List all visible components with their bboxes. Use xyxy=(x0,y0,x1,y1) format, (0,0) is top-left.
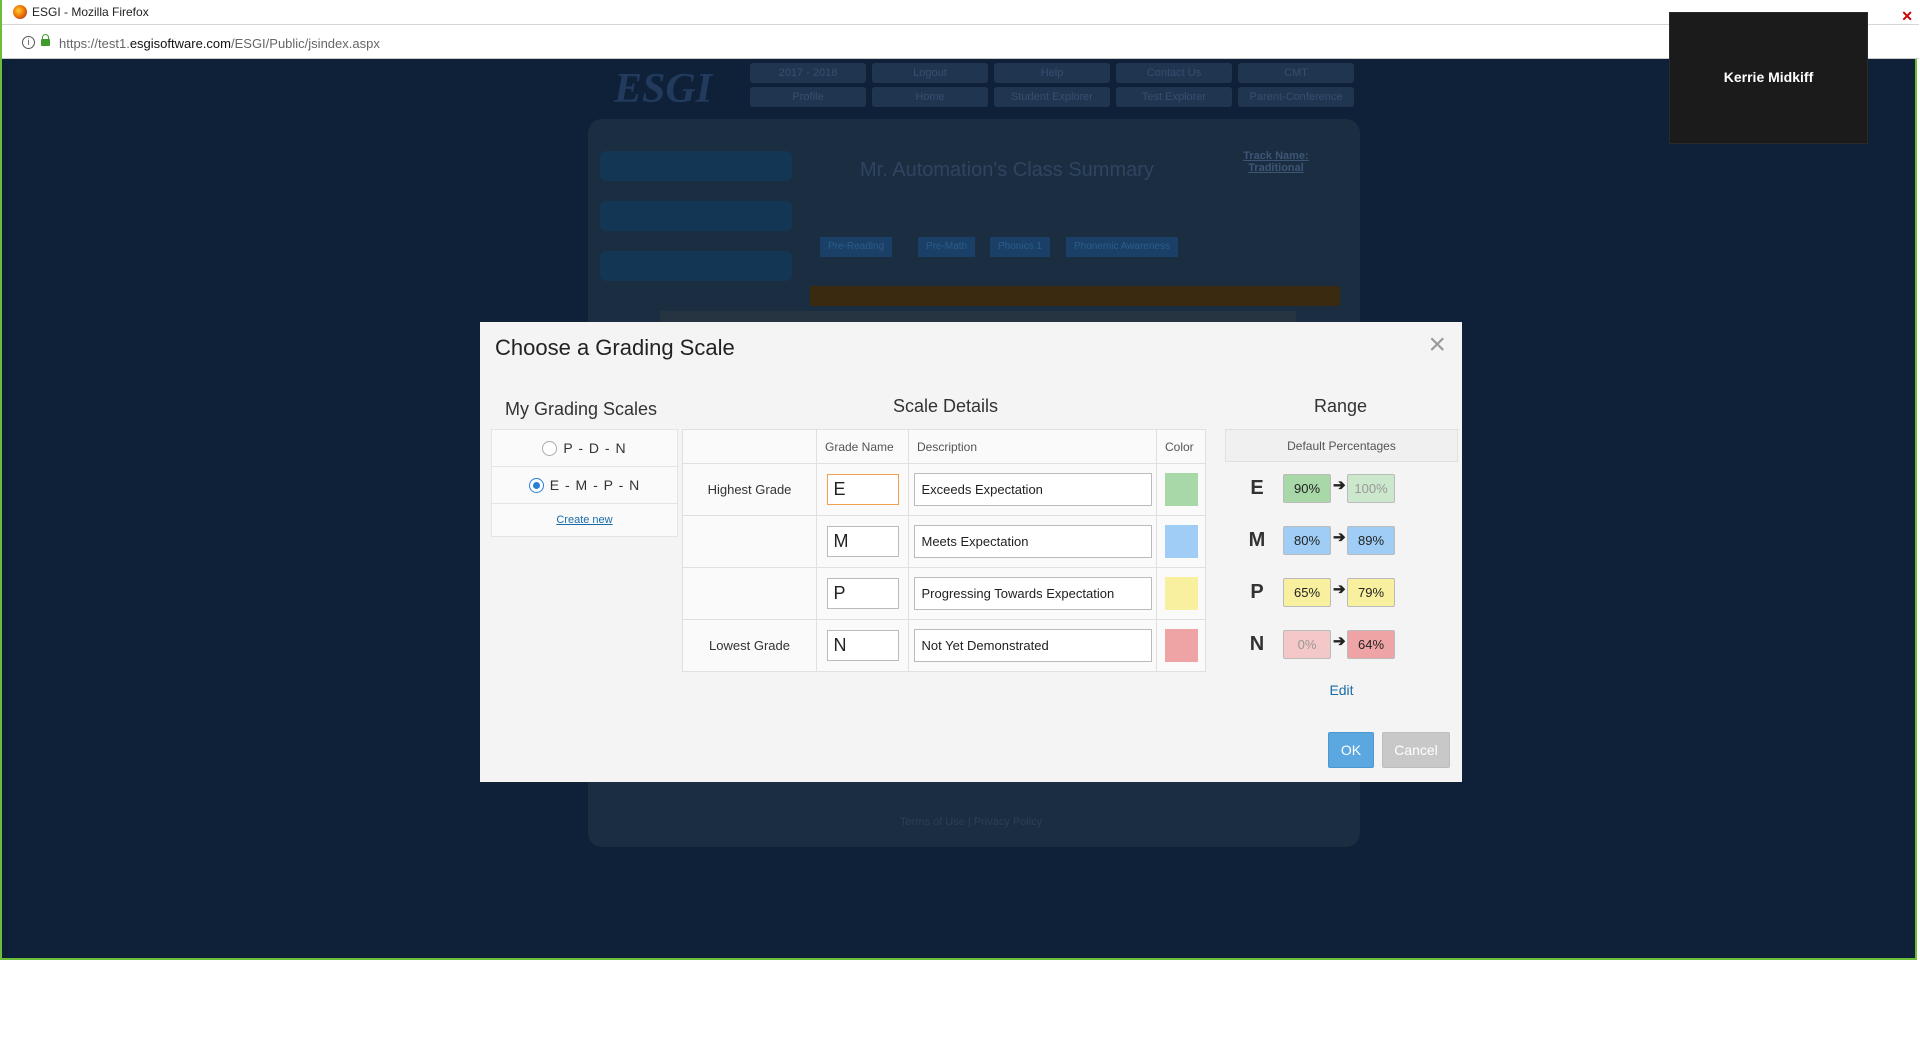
tab-phonemic: Phonemic Awareness xyxy=(1066,237,1178,257)
range-row-p: P 65% ➔ 79% xyxy=(1225,566,1458,618)
scale-label-empn: E - M - P - N xyxy=(549,477,641,493)
modal-title: Choose a Grading Scale xyxy=(495,335,735,360)
webcam-name: Kerrie Midkiff xyxy=(1723,69,1814,85)
range-row-e: E 90% ➔ 100% xyxy=(1225,462,1458,514)
grade-name-input-m[interactable] xyxy=(826,526,899,557)
arrow-right-icon: ➔ xyxy=(1333,633,1346,650)
range-header: Default Percentages xyxy=(1225,429,1458,462)
scale-details-table: Grade Name Description Color Highest Gra… xyxy=(682,429,1206,672)
nav-contact: Contact Us xyxy=(1116,63,1232,83)
color-swatch-e[interactable] xyxy=(1164,473,1198,506)
tab-pre-math: Pre-Math xyxy=(918,237,976,257)
range-low-p: 65% xyxy=(1283,578,1331,607)
details-header-row: Grade Name Description Color xyxy=(682,429,1206,464)
grade-description-input-e[interactable] xyxy=(913,473,1152,506)
nav-home: Home xyxy=(872,87,988,107)
letters-strip xyxy=(810,286,1340,306)
nav-cmt: CMT xyxy=(1238,63,1354,83)
row-label-highest: Highest Grade xyxy=(682,463,817,516)
esgi-logo: ESGI xyxy=(614,66,713,112)
grade-description-input-m[interactable] xyxy=(913,525,1152,558)
color-swatch-n[interactable] xyxy=(1164,629,1198,662)
webcam-overlay: Kerrie Midkiff xyxy=(1669,12,1868,144)
grade-row-m xyxy=(682,515,1206,568)
sidebar-classes xyxy=(600,151,792,181)
grade-description-input-n[interactable] xyxy=(913,629,1152,662)
row-label-blank xyxy=(682,567,817,620)
details-heading: Scale Details xyxy=(893,396,999,416)
nav-test-explorer: Test Explorer xyxy=(1116,87,1232,107)
nav-parent-conference: Parent-Conference xyxy=(1238,87,1354,107)
range-high-m: 89% xyxy=(1347,526,1395,555)
grade-name-input-e[interactable] xyxy=(826,474,899,505)
range-low-m: 80% xyxy=(1283,526,1331,555)
grade-description-input-p[interactable] xyxy=(913,577,1152,610)
row-label-blank xyxy=(682,515,817,568)
range-high-p: 79% xyxy=(1347,578,1395,607)
track-name: Track Name: Traditional xyxy=(1243,150,1309,174)
grade-row-n: Lowest Grade xyxy=(682,619,1206,672)
edit-range-link[interactable]: Edit xyxy=(1225,682,1458,698)
grade-row-e: Highest Grade xyxy=(682,463,1206,516)
footer-links: Terms of Use | Privacy Policy xyxy=(900,816,1043,828)
range-letter: M xyxy=(1248,529,1266,551)
firefox-icon xyxy=(13,5,27,19)
scale-option-pdn[interactable]: P - D - N xyxy=(492,430,677,467)
range-row-n: N 0% ➔ 64% xyxy=(1225,618,1458,670)
create-new-link[interactable]: Create new xyxy=(492,504,677,536)
arrow-right-icon: ➔ xyxy=(1333,477,1346,494)
grading-scales-list: P - D - N E - M - P - N Create new xyxy=(491,429,678,537)
ok-button[interactable]: OK xyxy=(1328,732,1374,768)
header-description: Description xyxy=(908,429,1157,464)
window-titlebar: ESGI - Mozilla Firefox ✕ xyxy=(2,0,1919,25)
grade-name-input-p[interactable] xyxy=(826,578,899,609)
range-letter: E xyxy=(1250,477,1264,499)
range-low-e: 90% xyxy=(1283,474,1331,503)
modal-close-icon[interactable]: × xyxy=(1428,330,1446,360)
range-high-n: 64% xyxy=(1347,630,1395,659)
color-swatch-m[interactable] xyxy=(1164,525,1198,558)
header-blank xyxy=(682,429,817,464)
radio-empn[interactable] xyxy=(528,477,544,493)
range-high-e: 100% xyxy=(1347,474,1395,503)
tab-pre-reading: Pre-Reading xyxy=(820,237,893,257)
class-summary-title: Mr. Automation's Class Summary xyxy=(860,159,1154,181)
range-row-m: M 80% ➔ 89% xyxy=(1225,514,1458,566)
scale-option-empn[interactable]: E - M - P - N xyxy=(492,467,677,504)
range-panel: Default Percentages E 90% ➔ 100% M 80% ➔… xyxy=(1225,429,1458,698)
nav-logout: Logout xyxy=(872,63,988,83)
window-title: ESGI - Mozilla Firefox xyxy=(32,5,149,19)
sidebar-groups xyxy=(600,201,792,231)
scale-label-pdn: P - D - N xyxy=(563,440,627,456)
header-color: Color xyxy=(1156,429,1206,464)
nav-year: 2017 - 2018 xyxy=(750,63,866,83)
radio-pdn[interactable] xyxy=(542,440,558,456)
address-bar[interactable]: i https://test1.esgisoftware.com/ESGI/Pu… xyxy=(2,25,1919,59)
window-close-icon[interactable]: ✕ xyxy=(1901,8,1913,25)
row-label-lowest: Lowest Grade xyxy=(682,619,817,672)
header-grade-name: Grade Name xyxy=(816,429,909,464)
scales-heading: My Grading Scales xyxy=(505,399,658,419)
info-icon[interactable]: i xyxy=(22,36,35,49)
arrow-right-icon: ➔ xyxy=(1333,581,1346,598)
range-letter: N xyxy=(1249,633,1265,655)
range-letter: P xyxy=(1250,581,1264,603)
arrow-right-icon: ➔ xyxy=(1333,529,1346,546)
range-low-n: 0% xyxy=(1283,630,1331,659)
grade-name-input-n[interactable] xyxy=(826,630,899,661)
url-text[interactable]: https://test1.esgisoftware.com/ESGI/Publ… xyxy=(59,36,380,51)
color-swatch-p[interactable] xyxy=(1164,577,1198,610)
sidebar-students xyxy=(600,251,792,281)
grading-scale-modal: Choose a Grading Scale × My Grading Scal… xyxy=(480,322,1462,782)
tab-phonics: Phonics 1 xyxy=(990,237,1050,257)
nav-help: Help xyxy=(994,63,1110,83)
lock-icon xyxy=(41,34,50,46)
range-heading: Range xyxy=(1314,396,1368,416)
nav-profile: Profile xyxy=(750,87,866,107)
grade-row-p xyxy=(682,567,1206,620)
nav-student-explorer: Student Explorer xyxy=(994,87,1110,107)
cancel-button[interactable]: Cancel xyxy=(1382,732,1450,768)
